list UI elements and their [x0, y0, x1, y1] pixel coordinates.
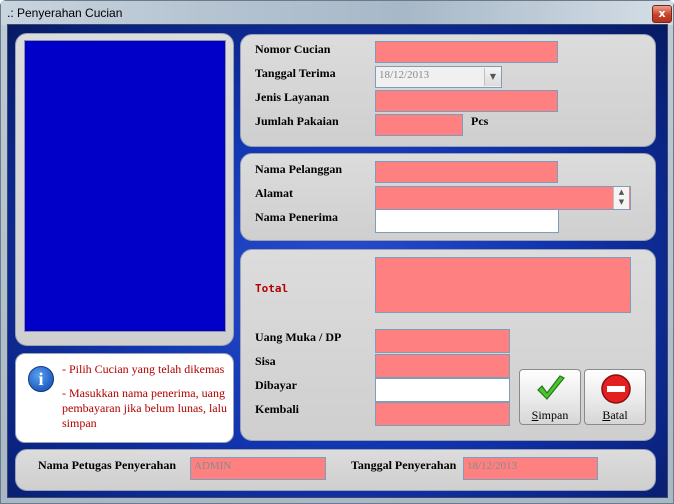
close-button[interactable]: x: [652, 5, 672, 23]
no-entry-icon: [601, 374, 631, 404]
info-box: i - Pilih Cucian yang telah dikemas - Ma…: [15, 353, 234, 443]
batal-button[interactable]: Batal: [584, 369, 646, 425]
total-label: Total: [255, 282, 289, 295]
petugas-label: Nama Petugas Penyerahan: [38, 458, 176, 472]
uang-muka-field[interactable]: [375, 329, 510, 353]
dibayar-label: Dibayar: [255, 378, 297, 392]
tanggal-terima-label: Tanggal Terima: [255, 66, 336, 80]
sisa-field[interactable]: [375, 354, 510, 378]
window-title: .: Penyerahan Cucian: [7, 6, 123, 20]
jumlah-pakaian-label: Jumlah Pakaian: [255, 114, 339, 128]
tanggal-penyerahan-label: Tanggal Penyerahan: [351, 458, 457, 472]
alamat-field[interactable]: [375, 186, 631, 210]
info-icon: i: [28, 366, 54, 392]
pcs-unit-label: Pcs: [471, 114, 489, 128]
alamat-label: Alamat: [255, 186, 293, 200]
dibayar-field[interactable]: [375, 378, 510, 402]
petugas-field: ADMIN: [190, 457, 326, 480]
nama-pelanggan-field[interactable]: [375, 161, 558, 183]
uang-muka-label: Uang Muka / DP: [255, 330, 342, 344]
nomor-cucian-label: Nomor Cucian: [255, 42, 331, 56]
title-bar[interactable]: .: Penyerahan Cucian x: [1, 1, 673, 25]
kembali-field[interactable]: [375, 402, 510, 426]
jumlah-pakaian-field[interactable]: [375, 114, 463, 136]
batal-label: Batal: [602, 408, 628, 422]
simpan-button[interactable]: Simpan: [519, 369, 581, 425]
kembali-label: Kembali: [255, 402, 299, 416]
nama-penerima-label: Nama Penerima: [255, 210, 338, 224]
photo-area: [24, 40, 226, 332]
nomor-cucian-field[interactable]: [375, 41, 558, 63]
nama-penerima-field[interactable]: [375, 209, 559, 233]
tanggal-penyerahan-field: 18/12/2013: [463, 457, 598, 480]
sisa-label: Sisa: [255, 354, 276, 368]
info-line-1: - Pilih Cucian yang telah dikemas: [62, 362, 225, 376]
tanggal-terima-field[interactable]: 18/12/2013: [375, 66, 502, 88]
jenis-layanan-label: Jenis Layanan: [255, 90, 330, 104]
scroll-arrows-icon[interactable]: ▲ ▼: [613, 187, 629, 209]
chevron-down-icon[interactable]: ▼: [484, 68, 501, 86]
nama-pelanggan-label: Nama Pelanggan: [255, 162, 342, 176]
total-field: [375, 257, 631, 313]
checkmark-icon: [537, 375, 565, 400]
info-line-2: - Masukkan nama penerima, uang pembayara…: [62, 386, 227, 430]
simpan-label: Simpan: [531, 408, 569, 422]
jenis-layanan-field[interactable]: [375, 90, 558, 112]
